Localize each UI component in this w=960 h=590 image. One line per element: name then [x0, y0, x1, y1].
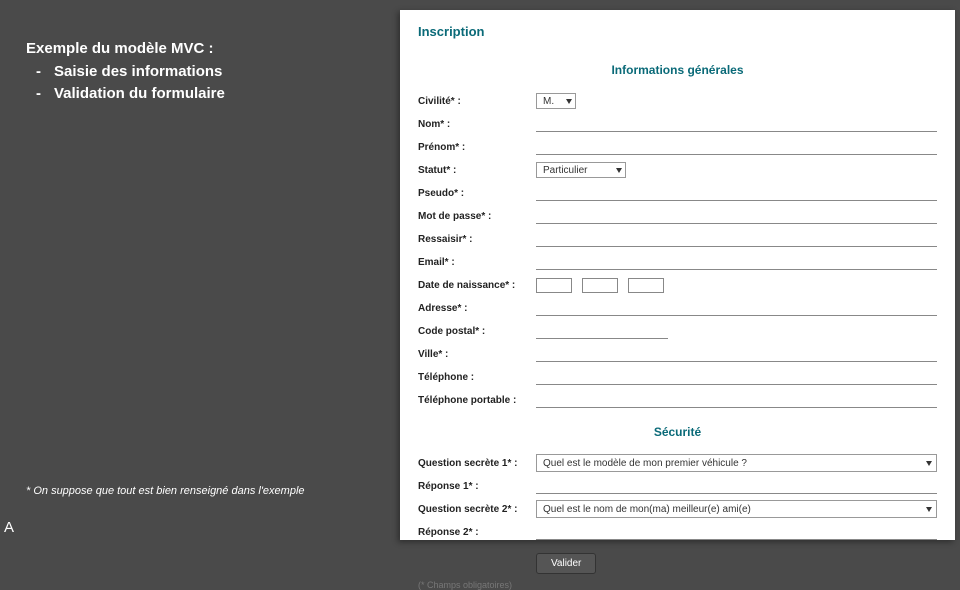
bullet-text: Saisie des informations — [54, 61, 222, 84]
select-q1[interactable]: Quel est le modèle de mon premier véhicu… — [536, 454, 937, 472]
input-ville[interactable] — [536, 347, 937, 362]
label-q2: Question secrète 2* : — [418, 504, 536, 515]
label-cp: Code postal* : — [418, 326, 536, 337]
label-pseudo: Pseudo* : — [418, 188, 536, 199]
input-dob-month[interactable] — [582, 278, 618, 293]
form-page-title: Inscription — [418, 24, 937, 39]
field-tel: Téléphone : — [418, 367, 937, 387]
select-q2-value: Quel est le nom de mon(ma) meilleur(e) a… — [543, 504, 751, 515]
section-heading-general: Informations générales — [418, 63, 937, 77]
field-r1: Réponse 1* : — [418, 476, 937, 496]
field-adresse: Adresse* : — [418, 298, 937, 318]
select-civilite[interactable]: M. — [536, 93, 576, 109]
label-r2: Réponse 2* : — [418, 527, 536, 538]
bullet-text: Validation du formulaire — [54, 83, 225, 106]
input-pseudo[interactable] — [536, 186, 937, 201]
inscription-form: Inscription Informations générales Civil… — [400, 10, 955, 540]
input-telp[interactable] — [536, 393, 937, 408]
input-r1[interactable] — [536, 479, 937, 494]
label-q1: Question secrète 1* : — [418, 458, 536, 469]
label-prenom: Prénom* : — [418, 142, 536, 153]
slide-title: Exemple du modèle MVC : — [26, 38, 366, 61]
input-dob-year[interactable] — [628, 278, 664, 293]
label-email: Email* : — [418, 257, 536, 268]
select-q2[interactable]: Quel est le nom de mon(ma) meilleur(e) a… — [536, 500, 937, 518]
input-mdp[interactable] — [536, 209, 937, 224]
label-tel: Téléphone : — [418, 372, 536, 383]
field-pseudo: Pseudo* : — [418, 183, 937, 203]
label-dob: Date de naissance* : — [418, 280, 536, 291]
obligatory-note: (* Champs obligatoires) — [418, 580, 937, 590]
input-email[interactable] — [536, 255, 937, 270]
input-adresse[interactable] — [536, 301, 937, 316]
field-r2: Réponse 2* : — [418, 522, 937, 542]
slide-text-block: Exemple du modèle MVC : - Saisie des inf… — [26, 38, 366, 106]
bullet-dash: - — [36, 61, 54, 84]
label-ressaisir: Ressaisir* : — [418, 234, 536, 245]
input-dob-day[interactable] — [536, 278, 572, 293]
field-email: Email* : — [418, 252, 937, 272]
bullet-item: - Saisie des informations — [26, 61, 366, 84]
field-q2: Question secrète 2* : Quel est le nom de… — [418, 499, 937, 519]
input-ressaisir[interactable] — [536, 232, 937, 247]
field-mdp: Mot de passe* : — [418, 206, 937, 226]
field-dob: Date de naissance* : — [418, 275, 937, 295]
field-ville: Ville* : — [418, 344, 937, 364]
date-group — [536, 278, 664, 293]
field-nom: Nom* : — [418, 114, 937, 134]
field-statut: Statut* : Particulier — [418, 160, 937, 180]
select-q1-value: Quel est le modèle de mon premier véhicu… — [543, 458, 747, 469]
input-tel[interactable] — [536, 370, 937, 385]
bullet-item: - Validation du formulaire — [26, 83, 366, 106]
slide-note: * On suppose que tout est bien renseigné… — [26, 484, 346, 498]
field-cp: Code postal* : — [418, 321, 937, 341]
field-prenom: Prénom* : — [418, 137, 937, 157]
field-q1: Question secrète 1* : Quel est le modèle… — [418, 453, 937, 473]
select-statut[interactable]: Particulier — [536, 162, 626, 178]
chevron-down-icon — [926, 507, 932, 512]
input-r2[interactable] — [536, 525, 937, 540]
field-ressaisir: Ressaisir* : — [418, 229, 937, 249]
input-prenom[interactable] — [536, 140, 937, 155]
chevron-down-icon — [566, 99, 572, 104]
label-mdp: Mot de passe* : — [418, 211, 536, 222]
label-telp: Téléphone portable : — [418, 395, 536, 406]
input-cp[interactable] — [536, 324, 668, 339]
label-adresse: Adresse* : — [418, 303, 536, 314]
label-ville: Ville* : — [418, 349, 536, 360]
select-statut-value: Particulier — [543, 165, 587, 176]
chevron-down-icon — [616, 168, 622, 173]
label-civilite: Civilité* : — [418, 96, 536, 107]
field-telp: Téléphone portable : — [418, 390, 937, 410]
input-nom[interactable] — [536, 117, 937, 132]
label-statut: Statut* : — [418, 165, 536, 176]
select-civilite-value: M. — [543, 96, 554, 107]
corner-letter: A — [4, 519, 14, 536]
validate-button[interactable]: Valider — [536, 553, 596, 574]
field-civilite: Civilité* : M. — [418, 91, 937, 111]
section-heading-security: Sécurité — [418, 425, 937, 439]
label-nom: Nom* : — [418, 119, 536, 130]
chevron-down-icon — [926, 461, 932, 466]
bullet-dash: - — [36, 83, 54, 106]
label-r1: Réponse 1* : — [418, 481, 536, 492]
